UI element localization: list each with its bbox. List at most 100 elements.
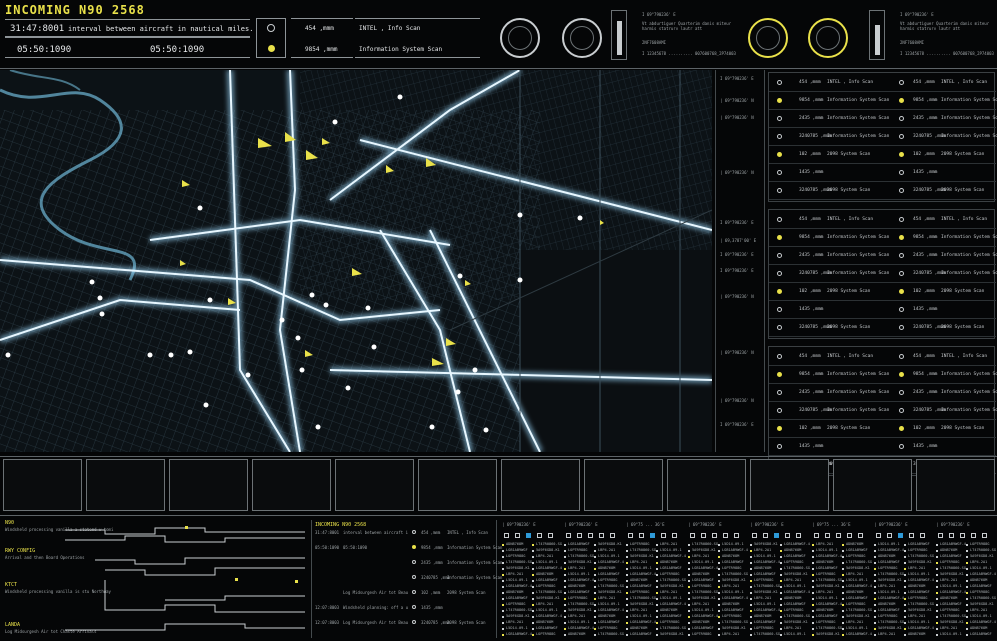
code-entry: LGB1AB9WGF <box>630 584 652 588</box>
scan-row[interactable]: 2435 ,mmm Information System Scan 2435 ,mm… <box>769 249 997 265</box>
scan-row[interactable]: 9854 ,mmm Information System Scan 9854 ,mm… <box>769 368 997 384</box>
selection-checkbox[interactable] <box>723 533 728 538</box>
code-entry: LGB1AB9WGF-4 <box>722 596 748 600</box>
summary-text: Windsheld planning: off a update, wide a… <box>343 605 408 610</box>
bullet-icon <box>966 580 968 582</box>
scan-row[interactable]: 9854 ,mmm Information System Scan 9854 ,mm… <box>769 231 997 247</box>
selection-checkbox[interactable] <box>763 533 768 538</box>
selection-checkbox[interactable] <box>650 533 655 538</box>
selection-checkbox[interactable] <box>814 533 819 538</box>
scan-row[interactable]: 454 ,mmm INTEL , Info Scan 454 ,mmm INTEL ,… <box>769 76 996 92</box>
scan-row[interactable]: 3240785 ,mmm Information System Scan 32407… <box>769 404 997 420</box>
level-meter <box>611 10 627 60</box>
selection-checkbox[interactable] <box>796 533 801 538</box>
selection-checkbox[interactable] <box>639 533 644 538</box>
selection-checkbox[interactable] <box>734 533 739 538</box>
scan-label: 2098 System Scan <box>827 426 871 431</box>
selection-checkbox[interactable] <box>887 533 892 538</box>
thumbnail[interactable] <box>833 459 912 511</box>
code-entry: 5A9F6GD8-K1 <box>908 608 932 612</box>
thumbnail[interactable] <box>335 459 414 511</box>
selection-checkbox[interactable] <box>920 533 925 538</box>
selection-checkbox[interactable] <box>752 533 757 538</box>
selection-checkbox[interactable] <box>537 533 542 538</box>
scan-row[interactable]: 3240785 ,mmm Information System Scan 32407… <box>769 267 997 283</box>
coord-row: | 69°790236' N <box>720 350 754 355</box>
bullet-icon <box>904 604 906 606</box>
selection-checkbox[interactable] <box>661 533 666 538</box>
selection-checkbox[interactable] <box>690 533 695 538</box>
selection-checkbox[interactable] <box>909 533 914 538</box>
thumbnail[interactable] <box>501 459 580 511</box>
scan-row[interactable]: 1435 ,mmm 1435 ,mmm <box>769 440 996 456</box>
selection-checkbox[interactable] <box>548 533 553 538</box>
thumbnail[interactable] <box>3 459 82 511</box>
scan-row[interactable]: 102 ,mmm 2098 System Scan 102 ,mmm 2098 Sys… <box>769 422 996 438</box>
selection-checkbox[interactable] <box>960 533 965 538</box>
coord-row: I 69°790236' E <box>720 76 754 81</box>
bullet-icon <box>594 604 596 606</box>
thumbnail[interactable] <box>252 459 331 511</box>
selection-checkbox[interactable] <box>610 533 615 538</box>
selection-checkbox[interactable] <box>712 533 717 538</box>
status-indicator-icon <box>777 80 782 85</box>
selection-checkbox[interactable] <box>898 533 903 538</box>
scan-code: 9854 ,mmm <box>799 235 824 240</box>
selection-checkbox[interactable] <box>577 533 582 538</box>
selection-checkbox[interactable] <box>836 533 841 538</box>
selection-checkbox[interactable] <box>858 533 863 538</box>
selection-checkbox[interactable] <box>701 533 706 538</box>
bullet-icon <box>626 628 628 630</box>
thumbnail[interactable] <box>667 459 746 511</box>
scan-row[interactable]: 102 ,mmm 2098 System Scan 102 ,mmm 2098 Sys… <box>769 285 996 301</box>
code-entry: 5A9F6GD8-K1 <box>878 626 902 630</box>
selection-checkbox[interactable] <box>847 533 852 538</box>
selection-checkbox[interactable] <box>785 533 790 538</box>
bullet-icon <box>780 544 782 546</box>
selection-checkbox[interactable] <box>876 533 881 538</box>
selection-checkbox[interactable] <box>588 533 593 538</box>
thumbnail[interactable] <box>916 459 995 511</box>
scan-row[interactable]: 454 ,mmm INTEL , Info Scan 454 ,mmm INTEL ,… <box>769 350 996 366</box>
scan-row[interactable]: 3240785 ,mmm2098 System Scan3240785 ,mmm… <box>769 184 996 200</box>
scan-row[interactable]: 1435 ,mmm 1435 ,mmm <box>769 166 996 182</box>
code-entry: ADN8768M <box>940 596 958 600</box>
thumbnail[interactable] <box>584 459 663 511</box>
scan-row[interactable]: 1435 ,mmm 1435 ,mmm <box>769 303 996 319</box>
scan-table: 454 ,mmm INTEL , Info Scan 454 ,mmm INTEL ,… <box>768 72 997 476</box>
bullet-icon <box>564 628 566 630</box>
code-entry: LGB1AB9WGF <box>940 554 962 558</box>
selection-checkbox[interactable] <box>599 533 604 538</box>
thumbnail[interactable] <box>418 459 497 511</box>
selection-checkbox[interactable] <box>774 533 779 538</box>
selection-checkbox[interactable] <box>515 533 520 538</box>
code-entry: LT47R0860-SG <box>722 572 748 576</box>
code-entry: LGB1AB9WGF <box>536 578 558 582</box>
scan-row[interactable]: 2435 ,mmm Information System Scan 2435 ,mm… <box>769 386 997 402</box>
scan-row[interactable]: 2435 ,mmm Information System Scan 2435 ,mm… <box>769 112 997 128</box>
thumbnail[interactable] <box>86 459 165 511</box>
bullet-icon <box>688 580 690 582</box>
code-entry: LGB1AB9WGF-4 <box>940 542 966 546</box>
selection-checkbox[interactable] <box>938 533 943 538</box>
scan-row[interactable]: 454 ,mmm INTEL , Info Scan 454 ,mmm INTEL ,… <box>769 213 996 229</box>
selection-checkbox[interactable] <box>971 533 976 538</box>
selection-checkbox[interactable] <box>672 533 677 538</box>
selection-checkbox[interactable] <box>949 533 954 538</box>
scan-label: INTEL , Info Scan <box>941 354 988 359</box>
code-entry: LGB1AB9WGF-4 <box>846 584 872 588</box>
selection-checkbox[interactable] <box>566 533 571 538</box>
selection-checkbox[interactable] <box>504 533 509 538</box>
selection-checkbox[interactable] <box>825 533 830 538</box>
selection-checkbox[interactable] <box>982 533 987 538</box>
thumbnail[interactable] <box>750 459 829 511</box>
scan-row[interactable]: 9854 ,mmm Information System Scan 9854 ,mm… <box>769 94 997 110</box>
thumbnail[interactable] <box>169 459 248 511</box>
selection-checkbox[interactable] <box>628 533 633 538</box>
bullet-icon <box>780 556 782 558</box>
scan-row[interactable]: 102 ,mmm 2098 System Scan 102 ,mmm 2098 Sys… <box>769 148 996 164</box>
city-map[interactable] <box>0 70 712 452</box>
scan-row[interactable]: 3240785 ,mmm2098 System Scan3240785 ,mmm… <box>769 321 996 337</box>
scan-row[interactable]: 3240785 ,mmm Information System Scan 32407… <box>769 130 997 146</box>
selection-checkbox[interactable] <box>526 533 531 538</box>
